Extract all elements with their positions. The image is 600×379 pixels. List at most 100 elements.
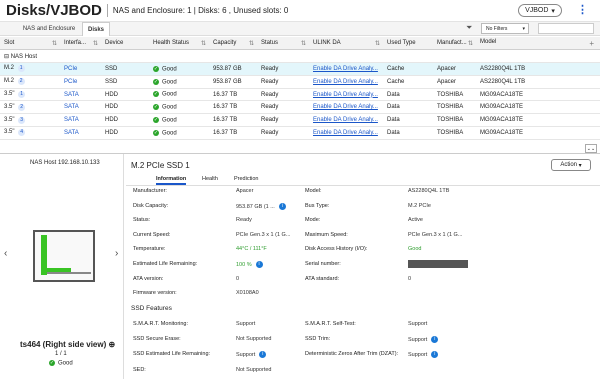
- detail-value: Good: [408, 246, 422, 253]
- device-model: ts464 (Right side view) ⊕: [20, 340, 116, 349]
- info-icon[interactable]: i: [431, 336, 439, 344]
- enclosure-select[interactable]: VJBOD ▾: [518, 4, 562, 17]
- slot-number-badge: 3: [18, 116, 26, 124]
- col-model[interactable]: Model +: [476, 37, 600, 51]
- check-icon: ✓: [153, 104, 159, 111]
- interface-cell: SATA: [60, 100, 101, 115]
- detail-label: Current Speed:: [133, 231, 171, 238]
- filter-select[interactable]: No Filters ▾: [481, 23, 529, 34]
- col-manufacturer[interactable]: Manufact... ⇅: [433, 37, 476, 51]
- detail-label: ATA version:: [133, 275, 164, 282]
- filter-icon[interactable]: ⏷: [466, 23, 472, 33]
- col-interface[interactable]: Interfa... ⇅: [60, 37, 101, 51]
- interface-cell: SATA: [60, 88, 101, 102]
- more-menu-icon[interactable]: ⋮: [577, 3, 588, 16]
- detail-label: SSD Estimated Life Remaining:: [133, 351, 211, 358]
- detail-value: 44°C / 111°F: [236, 246, 267, 253]
- add-column-icon: +: [589, 38, 594, 48]
- serial-redacted: [408, 260, 468, 268]
- detail-label: SSD Trim:: [305, 336, 331, 343]
- enable-da-link[interactable]: Enable DA Drive Analy...: [309, 75, 383, 89]
- detail-value: Apacer: [236, 188, 254, 194]
- check-icon: ✓: [153, 65, 159, 72]
- detail-label: SED:: [133, 366, 146, 373]
- col-health[interactable]: Health Status ⇅: [149, 37, 209, 51]
- detail-label: Mode:: [305, 217, 321, 224]
- detail-value: Support i: [408, 336, 439, 344]
- info-icon[interactable]: i: [278, 202, 286, 210]
- detail-label: Deterministic Zeros After Trim (DZAT):: [305, 351, 399, 358]
- chevron-down-icon: ▾: [578, 162, 582, 169]
- detail-label: Status:: [133, 217, 151, 224]
- detail-label: Model:: [305, 188, 322, 194]
- interface-cell: SATA: [60, 113, 101, 128]
- enable-da-link[interactable]: Enable DA Drive Analy...: [309, 100, 383, 115]
- summary-text: NAS and Enclosure: 1 | Disks: 6 , Unused…: [112, 6, 289, 15]
- check-icon: ✓: [153, 78, 159, 85]
- detail-value: Support: [236, 321, 256, 327]
- nas-host-label: NAS Host 192.168.10.133: [30, 160, 100, 166]
- detail-label: Disk Access History (I/O):: [305, 246, 368, 253]
- table-row[interactable]: M.2 1 PCIe SSD ✓ Good 953.87 GB Ready Enable DA…: [0, 62, 600, 76]
- slot-number-badge: 4: [18, 129, 26, 137]
- detail-value: AS2280Q4L 1TB: [408, 188, 450, 194]
- detail-label: Serial number:: [305, 261, 341, 267]
- group-row[interactable]: ⊟ NAS Host: [0, 49, 600, 64]
- search-input[interactable]: [538, 23, 594, 34]
- tab-nas-enclosure[interactable]: NAS and Enclosure: [20, 22, 78, 36]
- detail-label: S.M.A.R.T. Monitoring:: [133, 321, 189, 327]
- detail-title: M.2 PCIe SSD 1: [131, 161, 190, 170]
- detail-value: Support i: [408, 351, 439, 359]
- detail-value: M.2 PCIe: [408, 202, 431, 209]
- detail-value: X0108A0: [236, 290, 259, 297]
- zoom-icon[interactable]: ⊕: [108, 340, 115, 349]
- disk-table: Slot ⇅ Interfa... ⇅ Device Health Status ⇅ …: [0, 37, 600, 140]
- next-arrow-icon[interactable]: ›: [115, 248, 118, 259]
- col-ulink[interactable]: ULINK DA ⇅: [309, 37, 383, 51]
- check-icon: ✓: [49, 360, 55, 366]
- detail-label: Maximum Speed:: [305, 231, 348, 238]
- tab-disks[interactable]: Disks: [82, 22, 110, 36]
- enable-da-link[interactable]: Enable DA Drive Analy...: [309, 113, 383, 128]
- detail-label: Temperature:: [133, 246, 166, 253]
- detail-label: ATA standard:: [305, 275, 340, 282]
- ssd-features-title: SSD Features: [131, 305, 172, 312]
- device-side-view[interactable]: [33, 230, 95, 282]
- col-device[interactable]: Device: [101, 37, 149, 51]
- info-icon[interactable]: i: [431, 351, 439, 359]
- check-icon: ✓: [153, 129, 159, 136]
- top-bar: Disks/VJBOD NAS and Enclosure: 1 | Disks…: [0, 0, 600, 22]
- tab-health[interactable]: Health: [202, 176, 218, 182]
- col-slot[interactable]: Slot ⇅: [0, 37, 60, 51]
- col-capacity[interactable]: Capacity ⇅: [209, 37, 257, 51]
- table-row[interactable]: 3.5" 2 SATA HDD ✓ Good 16.37 TB Ready Enable DA…: [0, 100, 600, 115]
- collapse-detail-icon[interactable]: ⌄⌄: [585, 144, 597, 153]
- table-row[interactable]: 3.5" 4 SATA HDD ✓ Good 16.37 TB Ready Enable DA…: [0, 126, 600, 140]
- detail-label: Bus Type:: [305, 202, 330, 209]
- info-icon[interactable]: i: [259, 351, 267, 359]
- info-icon[interactable]: i: [255, 261, 263, 268]
- chevron-down-icon: ▾: [551, 7, 555, 15]
- enable-da-link[interactable]: Enable DA Drive Analy...: [309, 126, 383, 140]
- enable-da-link[interactable]: Enable DA Drive Analy...: [309, 88, 383, 102]
- col-status[interactable]: Status ⇅: [257, 37, 309, 51]
- slot-number-badge: 1: [17, 65, 25, 73]
- enable-da-link[interactable]: Enable DA Drive Analy...: [309, 62, 383, 76]
- detail-value: 0: [236, 275, 240, 282]
- tab-prediction[interactable]: Prediction: [234, 176, 258, 182]
- detail-value: Ready: [236, 217, 252, 224]
- table-row[interactable]: M.2 2 PCIe SSD ✓ Good 953.87 GB Ready Enable DA…: [0, 75, 600, 89]
- detail-value: 953.87 GB (1 ... i: [236, 202, 286, 210]
- prev-arrow-icon[interactable]: ‹: [4, 248, 7, 259]
- table-row[interactable]: 3.5" 1 SATA HDD ✓ Good 16.37 TB Ready Enable DA…: [0, 88, 600, 102]
- detail-label: Disk Capacity:: [133, 202, 169, 209]
- table-row[interactable]: 3.5" 3 SATA HDD ✓ Good 16.37 TB Ready Enable DA…: [0, 113, 600, 128]
- slot-number-badge: 2: [18, 103, 26, 111]
- col-used-type[interactable]: Used Type: [383, 37, 433, 51]
- pager: 1 / 1: [55, 351, 67, 357]
- collapse-icon[interactable]: ⊟: [4, 54, 9, 60]
- action-button[interactable]: Action ▾: [551, 159, 591, 171]
- tab-information[interactable]: Information: [156, 176, 187, 185]
- detail-value: 100 % i: [236, 261, 263, 268]
- interface-cell: PCIe: [60, 62, 101, 76]
